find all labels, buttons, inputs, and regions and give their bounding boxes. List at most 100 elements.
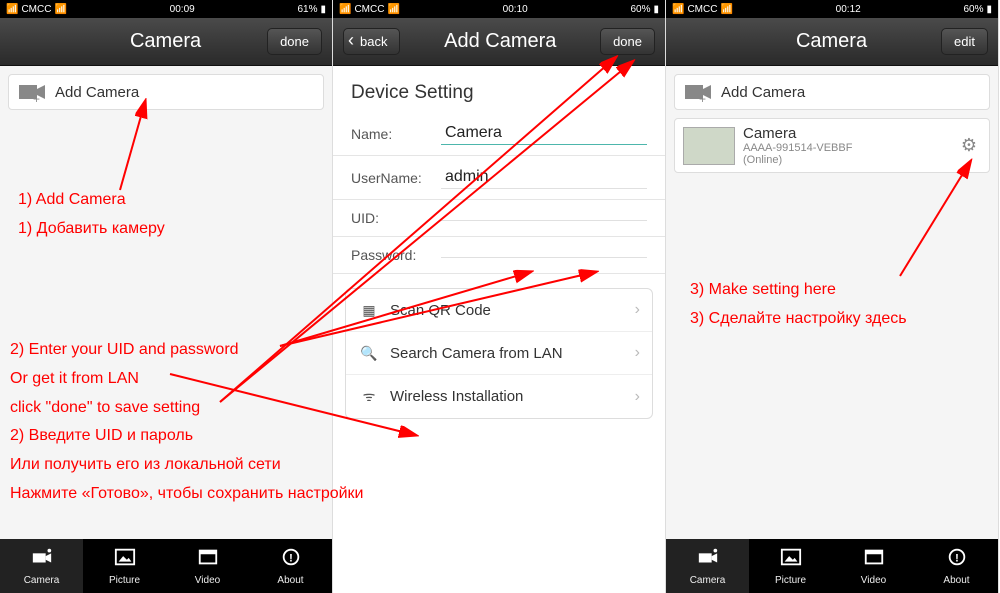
battery-pct: 60% [630, 4, 650, 15]
screen-3: 📶 CMCC 📶 00:12 60% ▮ Camera edit + Add C… [666, 0, 999, 593]
about-icon: ! [946, 547, 968, 573]
page-title: Camera [64, 30, 267, 53]
content: + Add Camera Camera AAAA-991514-VEBBF (O… [666, 66, 998, 593]
name-label: Name: [351, 126, 441, 142]
gear-icon[interactable]: ⚙ [957, 135, 981, 156]
add-camera-row[interactable]: + Add Camera [8, 74, 324, 110]
chevron-right-icon: › [635, 344, 640, 362]
camera-uid: AAAA-991514-VEBBF [743, 142, 957, 154]
wifi-icon: 📶 [720, 4, 732, 15]
search-icon: 🔍 [358, 345, 380, 362]
tab-label: About [943, 575, 969, 586]
clock: 00:10 [400, 4, 631, 15]
search-lan-label: Search Camera from LAN [390, 345, 635, 362]
nav-bar: Camera edit [666, 18, 998, 66]
signal-icon: 📶 [672, 4, 684, 15]
wifi-icon: ᯤ [358, 387, 380, 406]
camera-plus-icon: + [683, 81, 713, 103]
tab-camera[interactable]: Camera [0, 539, 83, 593]
carrier: CMCC [21, 4, 51, 15]
password-input[interactable] [441, 253, 647, 258]
username-row[interactable]: UserName: admin [333, 156, 665, 200]
tab-about[interactable]: ! About [249, 539, 332, 593]
svg-text:+: + [33, 92, 40, 103]
tab-about[interactable]: ! About [915, 539, 998, 593]
picture-icon [114, 547, 136, 573]
battery-icon: ▮ [320, 4, 326, 15]
tab-label: Video [195, 575, 220, 586]
chevron-right-icon: › [635, 388, 640, 406]
password-row[interactable]: Password: [333, 237, 665, 274]
svg-text:!: ! [289, 552, 293, 564]
camera-status: (Online) [743, 154, 957, 166]
tab-label: Camera [690, 575, 726, 586]
tab-camera[interactable]: Camera [666, 539, 749, 593]
option-list: ▦ Scan QR Code › 🔍 Search Camera from LA… [345, 288, 653, 419]
add-camera-label: Add Camera [721, 84, 805, 101]
battery-pct: 60% [963, 4, 983, 15]
section-header: Device Setting [333, 66, 665, 112]
content: + Add Camera [0, 66, 332, 593]
picture-icon [780, 547, 802, 573]
battery-icon: ▮ [986, 4, 992, 15]
edit-button[interactable]: edit [941, 28, 988, 55]
video-icon [197, 547, 219, 573]
done-button[interactable]: done [267, 28, 322, 55]
tab-picture[interactable]: Picture [749, 539, 832, 593]
about-icon: ! [280, 547, 302, 573]
wireless-row[interactable]: ᯤ Wireless Installation › [346, 375, 652, 418]
tab-bar: Camera Picture Video ! About [0, 539, 332, 593]
tab-video[interactable]: Video [166, 539, 249, 593]
status-bar: 📶 CMCC 📶 00:10 60% ▮ [333, 0, 665, 18]
tab-label: About [277, 575, 303, 586]
back-button[interactable]: back [343, 28, 400, 55]
tab-video[interactable]: Video [832, 539, 915, 593]
password-label: Password: [351, 247, 441, 263]
camera-list-item[interactable]: Camera AAAA-991514-VEBBF (Online) ⚙ [674, 118, 990, 173]
page-title: Add Camera [400, 30, 600, 53]
uid-row[interactable]: UID: [333, 200, 665, 237]
tab-label: Video [861, 575, 886, 586]
wifi-icon: 📶 [387, 4, 399, 15]
svg-text:!: ! [955, 552, 959, 564]
uid-input[interactable] [441, 216, 647, 221]
uid-label: UID: [351, 210, 441, 226]
battery-icon: ▮ [653, 4, 659, 15]
nav-bar: back Add Camera done [333, 18, 665, 66]
add-camera-row[interactable]: + Add Camera [674, 74, 990, 110]
video-icon [863, 547, 885, 573]
add-camera-label: Add Camera [55, 84, 139, 101]
wireless-label: Wireless Installation [390, 388, 635, 405]
camera-plus-icon: + [17, 81, 47, 103]
tab-label: Picture [775, 575, 806, 586]
carrier: CMCC [354, 4, 384, 15]
tab-picture[interactable]: Picture [83, 539, 166, 593]
tab-label: Camera [24, 575, 60, 586]
name-input[interactable]: Camera [441, 122, 647, 145]
done-button[interactable]: done [600, 28, 655, 55]
camera-thumbnail [683, 127, 735, 165]
scan-qr-label: Scan QR Code [390, 302, 635, 319]
status-bar: 📶 CMCC 📶 00:09 61% ▮ [0, 0, 332, 18]
tab-bar: Camera Picture Video ! About [666, 539, 998, 593]
status-bar: 📶 CMCC 📶 00:12 60% ▮ [666, 0, 998, 18]
tab-label: Picture [109, 575, 140, 586]
svg-text:+: + [699, 92, 706, 103]
qr-icon: ▦ [358, 302, 380, 319]
clock: 00:09 [67, 4, 298, 15]
camera-icon [31, 547, 53, 573]
clock: 00:12 [733, 4, 964, 15]
carrier: CMCC [687, 4, 717, 15]
signal-icon: 📶 [339, 4, 351, 15]
page-title: Camera [722, 30, 941, 53]
screen-1: 📶 CMCC 📶 00:09 61% ▮ Camera done + Add C… [0, 0, 333, 593]
camera-icon [697, 547, 719, 573]
name-row[interactable]: Name: Camera [333, 112, 665, 156]
battery-pct: 61% [297, 4, 317, 15]
camera-name: Camera [743, 125, 957, 142]
scan-qr-row[interactable]: ▦ Scan QR Code › [346, 289, 652, 332]
search-lan-row[interactable]: 🔍 Search Camera from LAN › [346, 332, 652, 375]
username-label: UserName: [351, 170, 441, 186]
username-input[interactable]: admin [441, 166, 647, 189]
camera-info: Camera AAAA-991514-VEBBF (Online) [743, 125, 957, 166]
